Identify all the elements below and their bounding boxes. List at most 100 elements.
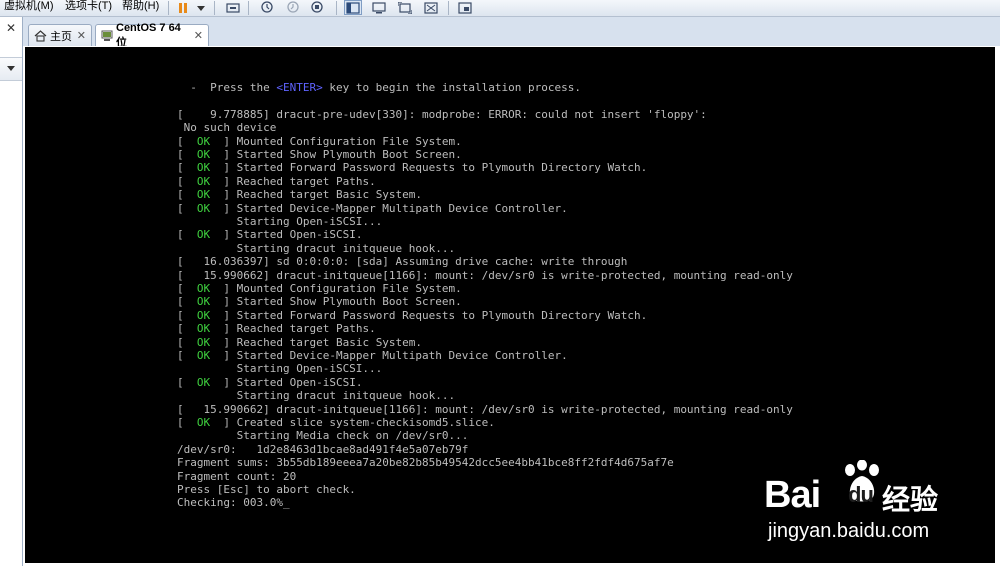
status-ok: OK [196, 335, 211, 349]
watermark-paw-text: du [848, 482, 874, 507]
console-text-segment: No such device [177, 121, 277, 135]
status-ok: OK [196, 349, 211, 362]
watermark-url: jingyan.baidu.com [768, 520, 930, 542]
toolbar-separator [336, 1, 337, 15]
tab-home-close-button[interactable]: ✕ [77, 29, 86, 42]
tab-strip: 主页 ✕ CentOS 7 64 位 ✕ [23, 17, 1000, 49]
console-text-segment: [ [177, 228, 197, 242]
view-console-icon[interactable] [370, 0, 388, 15]
console-text-segment: ] Started Show Plymouth Boot Screen. [210, 148, 462, 161]
console-line: [ OK ] Reached target Basic System. [177, 336, 422, 349]
menu-tabs[interactable]: 选项卡(T) [65, 0, 112, 14]
status-ok: OK [196, 322, 211, 336]
console-text-segment: key to begin the installation process. [322, 81, 581, 94]
console-text-segment: [ [177, 416, 197, 429]
console-text-segment: Starting dracut initqueue hook... [177, 241, 456, 255]
console-line: Starting Open-iSCSI... [177, 362, 383, 376]
send-ctrl-alt-del-icon[interactable] [224, 0, 242, 15]
console-text-segment: ] Mounted Configuration File System. [210, 134, 462, 148]
console-text-segment: Starting dracut initqueue hook... [177, 389, 456, 403]
console-line: [ OK ] Started Open-iSCSI. [177, 376, 362, 389]
console-line: [ OK ] Started Show Plymouth Boot Screen… [177, 295, 462, 308]
thumbnail-icon[interactable] [456, 0, 474, 15]
console-line: Starting Open-iSCSI... [177, 215, 383, 228]
unity-icon[interactable] [422, 0, 440, 15]
status-ok: OK [196, 295, 211, 309]
view-sidebar-icon[interactable] [344, 0, 362, 15]
console-text-segment: ] Started Forward Password Requests to P… [210, 161, 648, 175]
toolbar-separator [168, 1, 169, 15]
console-line: [ OK ] Started Forward Password Requests… [177, 309, 647, 322]
status-ok: OK [196, 282, 211, 295]
console-text-segment: ] Created slice system-checkisomd5.slice… [210, 416, 495, 429]
console-line: /dev/sr0: 1d2e8463d1bcae8ad491f4e5a07eb7… [177, 443, 468, 456]
status-ok: OK [196, 228, 211, 242]
console-text-segment: [ [177, 201, 197, 215]
console-line: [ 15.990662] dracut-initqueue[1166]: mou… [177, 269, 793, 282]
baidu-jingyan-watermark: Bai du 经验 jingyan.baidu.com [764, 458, 998, 548]
console-line: [ OK ] Reached target Basic System. [177, 188, 422, 201]
fullscreen-icon[interactable] [396, 0, 414, 15]
console-text-segment: [ [177, 322, 197, 336]
status-ok: OK [196, 134, 211, 148]
console-line: [ OK ] Started Open-iSCSI. [177, 228, 362, 241]
menu-vm[interactable]: 虚拟机(M) [4, 0, 54, 14]
tab-centos[interactable]: CentOS 7 64 位 ✕ [95, 22, 209, 49]
watermark-logo: Bai [764, 474, 821, 516]
console-line: [ OK ] Reached target Paths. [177, 175, 376, 188]
status-ok: OK [196, 148, 211, 161]
home-icon [34, 29, 47, 42]
console-text-segment: [ [177, 335, 197, 349]
status-ok: OK [196, 188, 211, 202]
library-dropdown[interactable] [0, 57, 22, 81]
console-text-segment: ] Started Open-iSCSI. [210, 375, 363, 389]
console-text-segment: ] Reached target Basic System. [210, 188, 423, 202]
status-ok: OK [196, 161, 211, 175]
console-line: [ 16.036397] sd 0:0:0:0: [sda] Assuming … [177, 255, 627, 268]
snapshot-take-icon[interactable] [258, 0, 276, 15]
snapshot-revert-icon[interactable] [284, 0, 302, 15]
tab-home[interactable]: 主页 ✕ [28, 24, 92, 46]
status-ok: OK [196, 174, 211, 188]
console-line: No such device [177, 121, 277, 135]
snapshot-manager-icon[interactable] [308, 0, 326, 15]
console-text-segment: ] Started Device-Mapper Multipath Device… [210, 349, 568, 362]
console-text-segment: Starting Open-iSCSI... [177, 362, 383, 376]
console-line: Fragment count: 20 [177, 470, 296, 483]
console-text-segment: ] Reached target Paths. [210, 322, 376, 336]
console-text-segment: [ [177, 349, 197, 362]
library-panel: ✕ [0, 17, 23, 566]
console-text-segment: [ [177, 282, 197, 295]
console-line: [ OK ] Reached target Paths. [177, 322, 376, 335]
console-line: Starting dracut initqueue hook... [177, 389, 456, 403]
console-line: Fragment sums: 3b55db189eeea7a20be82b85b… [177, 456, 674, 469]
console-text-segment: [ [177, 161, 197, 175]
toolbar-separator [248, 1, 249, 15]
console-line: [ OK ] Created slice system-checkisomd5.… [177, 416, 495, 429]
status-ok: OK [196, 375, 211, 389]
library-close-button[interactable]: ✕ [6, 21, 16, 35]
console-text-segment: ] Started Show Plymouth Boot Screen. [210, 295, 462, 309]
watermark-chinese: 经验 [882, 483, 939, 516]
console-text-segment: [ 15.990662] dracut-initqueue[1166]: mou… [177, 402, 793, 416]
console-line: Checking: 003.0%_ [177, 496, 290, 509]
console-line: [ OK ] Started Show Plymouth Boot Screen… [177, 148, 462, 161]
menu-bar: 虚拟机(M) 选项卡(T) 帮助(H) [0, 0, 1000, 17]
console-text-segment: [ [177, 148, 197, 161]
dropdown-arrow-icon[interactable] [192, 0, 210, 15]
menu-help[interactable]: 帮助(H) [122, 0, 159, 14]
tab-centos-close-button[interactable]: ✕ [194, 29, 203, 42]
console-line: [ 9.778885] dracut-pre-udev[330]: modpro… [177, 108, 707, 121]
console-text-segment: Starting Open-iSCSI... [177, 215, 383, 228]
console-text-segment: [ [177, 308, 197, 322]
chevron-down-icon [7, 66, 15, 71]
status-ok: OK [196, 416, 211, 429]
tab-home-label: 主页 [50, 30, 72, 43]
vm-icon [101, 30, 113, 42]
status-ok: OK [196, 308, 211, 322]
console-line: - Press the <ENTER> key to begin the ins… [177, 81, 581, 94]
console-line: Starting dracut initqueue hook... [177, 241, 456, 255]
pause-icon[interactable] [174, 0, 192, 15]
console-text-segment: ] Mounted Configuration File System. [210, 282, 462, 295]
console-line: [ OK ] Started Forward Password Requests… [177, 161, 647, 174]
